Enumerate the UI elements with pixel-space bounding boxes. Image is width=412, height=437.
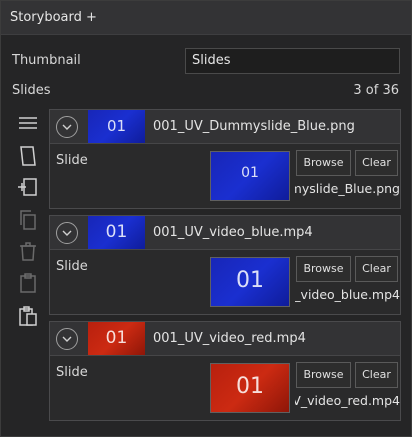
- slide-thumbnail: 01: [88, 322, 145, 355]
- clear-button[interactable]: Clear: [355, 256, 398, 282]
- slide-preview: 01: [210, 363, 290, 413]
- expand-toggle[interactable]: [56, 116, 78, 138]
- copy-icon: [16, 208, 40, 232]
- slide-card: 01 001_UV_video_red.mp4 Slide 01 Browse …: [49, 321, 401, 421]
- slide-card-header: 01 001_UV_video_red.mp4: [50, 322, 400, 356]
- slide-preview-number: 01: [241, 165, 259, 181]
- chevron-down-icon: [62, 336, 72, 342]
- thumbnail-select[interactable]: Slides: [185, 48, 400, 74]
- delete-icon: [16, 239, 40, 263]
- slide-path: 001_UV_video_blue.mp4: [295, 287, 400, 302]
- list-icon[interactable]: [16, 111, 40, 135]
- slide-card: 01 001_UV_video_blue.mp4 Slide 01 Browse…: [49, 215, 401, 315]
- insert-slide-icon[interactable]: [16, 176, 40, 200]
- thumbnail-label: Thumbnail: [12, 53, 81, 68]
- slide-label: Slide: [56, 153, 88, 168]
- slide-preview-number: 01: [236, 268, 264, 293]
- slide-number-text: 01: [105, 222, 128, 242]
- clipboard-icon: [16, 271, 40, 295]
- slide-card-header: 01 001_UV_Dummyslide_Blue.png: [50, 110, 400, 144]
- add-slide-icon[interactable]: [16, 144, 40, 168]
- slide-path-field[interactable]: 001_UV_video_blue.mp4: [295, 285, 400, 305]
- slide-filename: 001_UV_Dummyslide_Blue.png: [153, 119, 355, 134]
- browse-button[interactable]: Browse: [296, 362, 351, 388]
- slide-preview: 01: [210, 151, 290, 201]
- slide-card: 01 001_UV_Dummyslide_Blue.png Slide 01 B…: [49, 109, 401, 209]
- paste-icon[interactable]: [16, 304, 40, 328]
- chevron-down-icon: [62, 230, 72, 236]
- slide-label: Slide: [56, 259, 88, 274]
- slide-thumbnail: 01: [88, 110, 145, 143]
- slides-count: 3 of 36: [353, 83, 399, 98]
- slide-label: Slide: [56, 365, 88, 380]
- panel-title: Storyboard +: [10, 10, 97, 25]
- storyboard-panel: Storyboard + Thumbnail Slides Slides 3 o…: [0, 0, 412, 437]
- slides-label: Slides: [12, 83, 51, 98]
- chevron-down-icon: [62, 124, 72, 130]
- slide-path-field[interactable]: 001_UV_Dummyslide_Blue.png: [295, 179, 400, 199]
- slide-path: 001_UV_Dummyslide_Blue.png: [295, 181, 400, 196]
- slide-preview: 01: [210, 257, 290, 307]
- browse-button[interactable]: Browse: [296, 150, 351, 176]
- slide-number-text: 01: [105, 328, 128, 348]
- panel-titlebar: Storyboard +: [1, 1, 411, 35]
- clear-button[interactable]: Clear: [355, 362, 398, 388]
- thumbnail-select-value: Slides: [192, 53, 231, 68]
- slide-path: 001_UV_video_red.mp4: [295, 393, 400, 408]
- slide-thumbnail: 01: [88, 216, 145, 249]
- slide-filename: 001_UV_video_blue.mp4: [153, 225, 313, 240]
- slide-filename: 001_UV_video_red.mp4: [153, 331, 306, 346]
- expand-toggle[interactable]: [56, 222, 78, 244]
- clear-button[interactable]: Clear: [355, 150, 398, 176]
- slide-number-text: 01: [106, 117, 127, 135]
- browse-button[interactable]: Browse: [296, 256, 351, 282]
- expand-toggle[interactable]: [56, 328, 78, 350]
- slide-path-field[interactable]: 001_UV_video_red.mp4: [295, 391, 400, 411]
- slide-card-header: 01 001_UV_video_blue.mp4: [50, 216, 400, 250]
- slide-preview-number: 01: [236, 374, 264, 399]
